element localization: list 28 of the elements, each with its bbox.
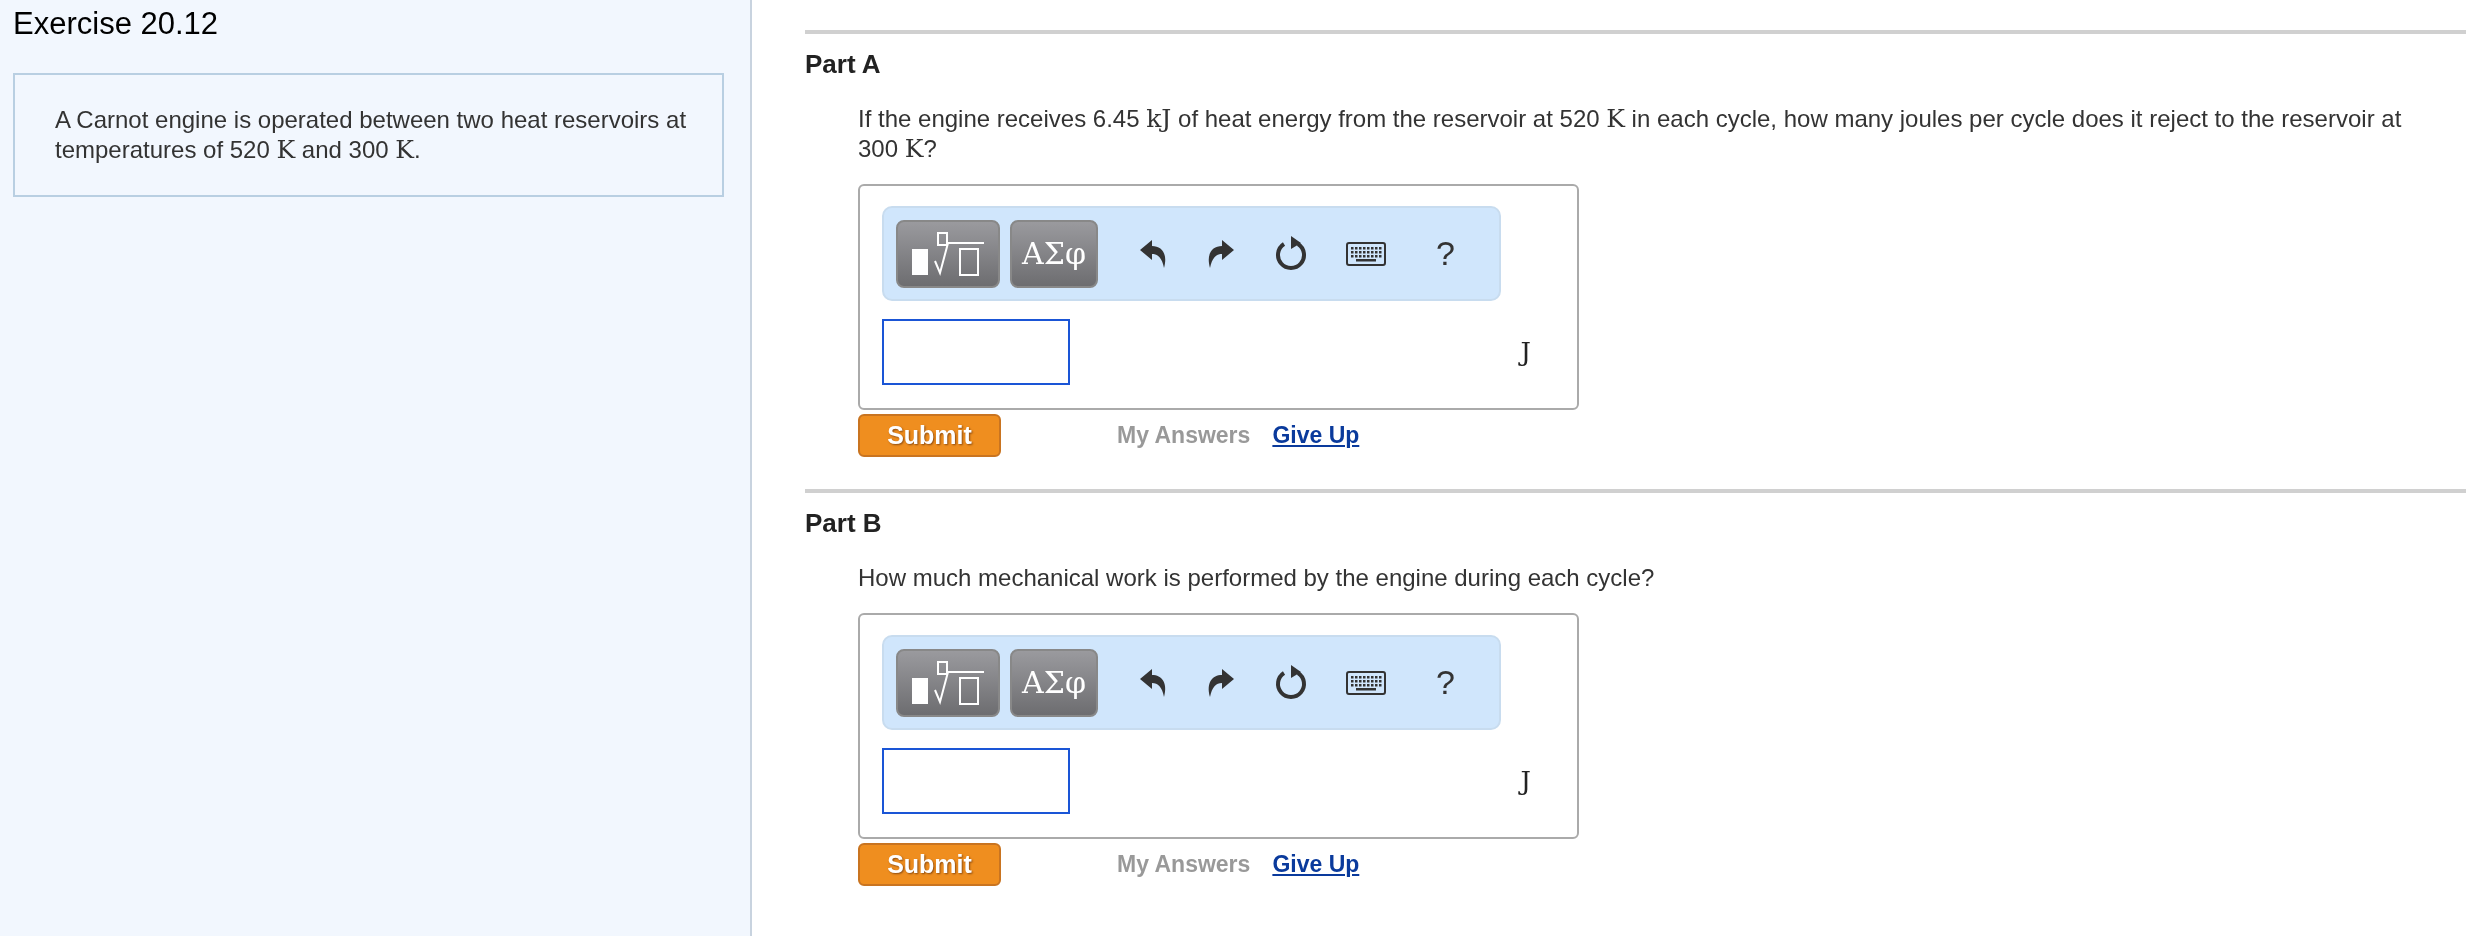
my-answers-label: My Answers bbox=[1117, 851, 1251, 878]
templates-button[interactable] bbox=[896, 648, 1000, 717]
answer-input[interactable] bbox=[882, 319, 1070, 385]
exercise-title: Exercise 20.12 bbox=[13, 5, 220, 43]
symbols-button[interactable]: ΑΣφ bbox=[1010, 219, 1098, 288]
question-text: How much mechanical work is performed by the engine during each cycle? bbox=[858, 563, 1656, 593]
reset-button[interactable] bbox=[1273, 663, 1308, 702]
keyboard-icon bbox=[1345, 241, 1386, 266]
reset-icon bbox=[1273, 234, 1308, 273]
question-text: If the engine receives 6.45 kJ of heat energy from the reservoir at 520 K in each cycle, how many joules per cycle does it reject to the reservoir at 300 K? bbox=[858, 104, 2403, 164]
keyboard-icon bbox=[1345, 670, 1386, 695]
intro-text: A Carnot engine is operated between two heat reservoirs at temperatures of 520 K and 300 K. bbox=[13, 73, 724, 197]
help-button[interactable]: ? bbox=[1435, 663, 1455, 702]
keyboard-button[interactable] bbox=[1345, 670, 1386, 695]
part-title: Part A bbox=[805, 48, 882, 80]
symbols-button[interactable]: ΑΣφ bbox=[1010, 648, 1098, 717]
my-answers-label: My Answers bbox=[1117, 422, 1251, 449]
part-title: Part B bbox=[805, 507, 883, 539]
give-up-link[interactable]: Give Up bbox=[1272, 851, 1360, 878]
reset-button[interactable] bbox=[1273, 234, 1308, 273]
unit-label: J bbox=[1520, 766, 1531, 796]
give-up-link[interactable]: Give Up bbox=[1272, 422, 1360, 449]
templates-button[interactable] bbox=[896, 219, 1000, 288]
keyboard-button[interactable] bbox=[1345, 241, 1386, 266]
unit-label: J bbox=[1520, 337, 1531, 367]
reset-icon bbox=[1273, 663, 1308, 702]
help-button[interactable]: ? bbox=[1435, 234, 1455, 273]
answer-input[interactable] bbox=[882, 748, 1070, 814]
